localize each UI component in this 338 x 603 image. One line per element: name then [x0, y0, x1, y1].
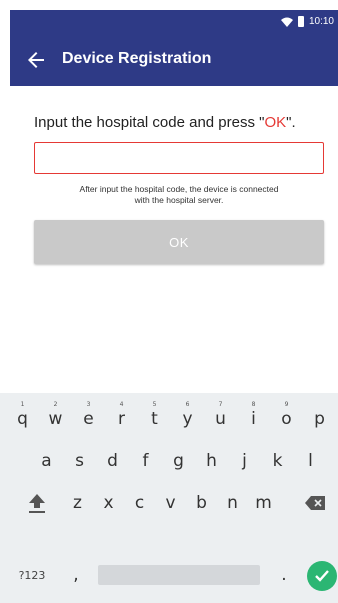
key-m[interactable]: m: [248, 483, 279, 523]
keyboard-row-1: 1q 2w 3e 4r 5t 6y 7u 8i 9o p: [0, 399, 338, 439]
key-e[interactable]: 3e: [72, 399, 105, 439]
key-q[interactable]: 1q: [6, 399, 39, 439]
key-j[interactable]: j: [228, 441, 261, 481]
key-hint: 2: [53, 401, 58, 408]
hospital-code-input[interactable]: [34, 142, 324, 174]
backspace-icon: [305, 496, 325, 510]
key-n[interactable]: n: [217, 483, 248, 523]
key-w[interactable]: 2w: [39, 399, 72, 439]
key-d[interactable]: d: [96, 441, 129, 481]
instruction-suffix: ".: [286, 114, 296, 131]
key-c[interactable]: c: [124, 483, 155, 523]
key-hint: 7: [218, 401, 223, 408]
status-icons: 10:10: [280, 16, 334, 27]
shift-icon: [29, 494, 45, 513]
key-label: y: [182, 409, 193, 429]
key-h[interactable]: h: [195, 441, 228, 481]
key-label: p: [314, 409, 325, 429]
key-i[interactable]: 8i: [237, 399, 270, 439]
key-u[interactable]: 7u: [204, 399, 237, 439]
key-p[interactable]: p: [303, 399, 336, 439]
key-label: e: [83, 409, 94, 429]
registration-form: Input the hospital code and press "OK". …: [10, 86, 338, 393]
app-bar: Device Registration: [10, 36, 338, 86]
key-a[interactable]: a: [30, 441, 63, 481]
battery-icon: [297, 16, 304, 27]
key-l[interactable]: l: [294, 441, 327, 481]
back-arrow-icon[interactable]: [24, 48, 48, 72]
key-y[interactable]: 6y: [171, 399, 204, 439]
key-hint: 9: [284, 401, 289, 408]
key-hint: 3: [86, 401, 91, 408]
backspace-key[interactable]: [296, 483, 334, 523]
shift-key[interactable]: [18, 483, 56, 523]
key-hint: 5: [152, 401, 157, 408]
key-g[interactable]: g: [162, 441, 195, 481]
instruction-prefix: Input the hospital code and press ": [34, 114, 265, 131]
status-time: 10:10: [308, 16, 334, 27]
key-r[interactable]: 4r: [105, 399, 138, 439]
key-period[interactable]: .: [272, 555, 296, 595]
key-z[interactable]: z: [62, 483, 93, 523]
soft-keyboard: 1q 2w 3e 4r 5t 6y 7u 8i 9o p a s d f g h…: [0, 393, 338, 603]
key-f[interactable]: f: [129, 441, 162, 481]
key-comma[interactable]: ,: [64, 555, 88, 595]
helper-line-2: with the hospital server.: [134, 195, 224, 205]
key-o[interactable]: 9o: [270, 399, 303, 439]
key-label: t: [151, 409, 158, 429]
key-hint: 4: [119, 401, 124, 408]
symbols-key[interactable]: ?123: [12, 555, 52, 595]
key-x[interactable]: x: [93, 483, 124, 523]
ok-button[interactable]: OK: [34, 220, 324, 264]
helper-text: After input the hospital code, the devic…: [30, 184, 328, 206]
key-t[interactable]: 5t: [138, 399, 171, 439]
check-icon: [315, 570, 329, 582]
page-title: Device Registration: [62, 50, 212, 67]
key-label: u: [215, 409, 226, 429]
key-v[interactable]: v: [155, 483, 186, 523]
key-k[interactable]: k: [261, 441, 294, 481]
key-hint: 1: [20, 401, 25, 408]
status-bar: 10:10: [10, 10, 338, 36]
enter-key[interactable]: [307, 561, 337, 591]
instruction-ok-word: OK: [264, 114, 287, 131]
key-label: o: [281, 409, 292, 429]
key-s[interactable]: s: [63, 441, 96, 481]
keyboard-row-3: z x c v b n m: [0, 483, 338, 523]
key-label: r: [118, 409, 125, 429]
helper-line-1: After input the hospital code, the devic…: [79, 184, 279, 194]
key-label: q: [17, 409, 28, 429]
key-hint: 8: [251, 401, 256, 408]
wifi-icon: [280, 17, 293, 27]
spacebar[interactable]: [98, 565, 260, 585]
key-label: w: [48, 409, 63, 429]
key-label: i: [251, 409, 256, 429]
key-b[interactable]: b: [186, 483, 217, 523]
instruction-text: Input the hospital code and press "OK".: [34, 114, 296, 131]
keyboard-row-4: ?123 , .: [0, 555, 338, 595]
keyboard-row-2: a s d f g h j k l: [0, 441, 338, 481]
key-hint: 6: [185, 401, 190, 408]
